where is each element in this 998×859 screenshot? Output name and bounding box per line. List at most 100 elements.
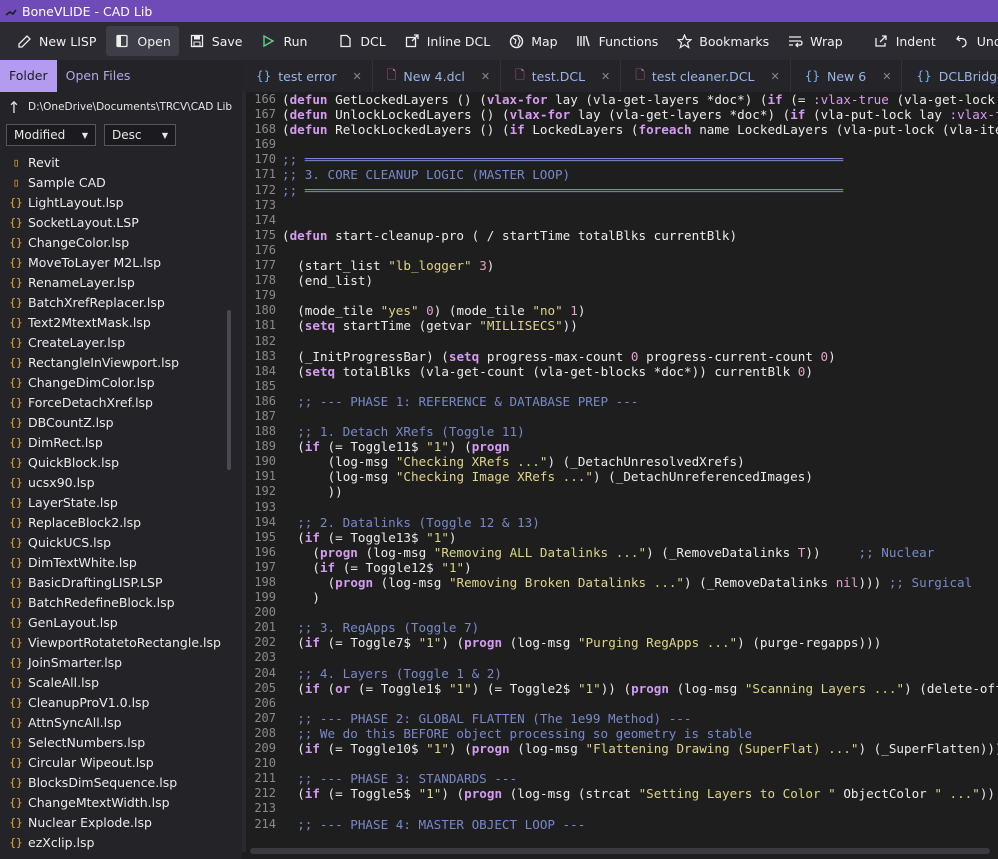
run-button[interactable]: Run	[252, 26, 315, 56]
list-item[interactable]: {} ScaleAll.lsp	[0, 672, 228, 692]
list-item[interactable]: {} ReplaceBlock2.lsp	[0, 512, 228, 532]
list-item[interactable]: {} DimRect.lsp	[0, 432, 228, 452]
sort-order-select[interactable]: Desc ▼	[104, 124, 176, 146]
code-line[interactable]: 198 (progn (log-msg "Removing Broken Dat…	[242, 575, 998, 590]
functions-button[interactable]: Functions	[568, 26, 667, 56]
list-item[interactable]: {} CleanupProV1.0.lsp	[0, 692, 228, 712]
code-line[interactable]: 181 (setq startTime (getvar "MILLISECS")…	[242, 318, 998, 333]
code-line[interactable]: 174	[242, 213, 998, 228]
list-item[interactable]: {} ChangeDimColor.lsp	[0, 372, 228, 392]
list-item[interactable]: {} Nuclear Explode.lsp	[0, 812, 228, 832]
code-line[interactable]: 184 (setq totalBlks (vla-get-count (vla-…	[242, 364, 998, 379]
horizontal-scrollbar[interactable]	[250, 848, 990, 854]
code-line[interactable]: 208 ;; We do this BEFORE object processi…	[242, 726, 998, 741]
inline-dcl-button[interactable]: Inline DCL	[396, 26, 498, 56]
code-line[interactable]: 190 (log-msg "Checking XRefs ...") (_Det…	[242, 454, 998, 469]
close-icon[interactable]: ✕	[770, 70, 779, 83]
tab-folder[interactable]: Folder	[0, 60, 57, 92]
map-button[interactable]: Map	[500, 26, 565, 56]
editor-tab[interactable]: 🗋 test.DCL ✕	[501, 60, 622, 92]
arrow-up-icon[interactable]: ↑	[0, 98, 28, 117]
list-item[interactable]: {} JoinSmarter.lsp	[0, 652, 228, 672]
code-line[interactable]: 196 (progn (log-msg "Removing ALL Datali…	[242, 545, 998, 560]
code-line[interactable]: 201 ;; 3. RegApps (Toggle 7)	[242, 620, 998, 635]
code-line[interactable]: 177 (start_list "lb_logger" 3)	[242, 258, 998, 273]
code-line[interactable]: 166 (defun GetLockedLayers () (vlax-for l…	[242, 92, 998, 107]
code-line[interactable]: 209 (if (= Toggle10$ "1") (progn (log-ms…	[242, 741, 998, 756]
code-line[interactable]: 169	[242, 137, 998, 152]
code-line[interactable]: 197 (if (= Toggle12$ "1")	[242, 560, 998, 575]
code-line[interactable]: 193	[242, 500, 998, 515]
list-item[interactable]: {} BatchXrefReplacer.lsp	[0, 292, 228, 312]
code-line[interactable]: 171 ;; 3. CORE CLEANUP LOGIC (MASTER LOOP…	[242, 167, 998, 182]
new-lisp-button[interactable]: New LISP	[8, 26, 104, 56]
sidebar-scrollbar[interactable]	[227, 310, 231, 470]
code-line[interactable]: 194 ;; 2. Datalinks (Toggle 12 & 13)	[242, 515, 998, 530]
list-item[interactable]: {} DBCountZ.lsp	[0, 412, 228, 432]
list-item[interactable]: {} LightLayout.lsp	[0, 192, 228, 212]
tab-open-files[interactable]: Open Files	[57, 60, 140, 92]
code-line[interactable]: 176	[242, 243, 998, 258]
code-line[interactable]: 211 ;; --- PHASE 3: STANDARDS ---	[242, 771, 998, 786]
code-line[interactable]: 180 (mode_tile "yes" 0) (mode_tile "no" …	[242, 303, 998, 318]
code-line[interactable]: 203	[242, 650, 998, 665]
code-line[interactable]: 175 (defun start-cleanup-pro ( / startTim…	[242, 228, 998, 243]
editor-tab[interactable]: 🗋 New 4.dcl ✕	[373, 60, 502, 92]
dcl-button[interactable]: DCL	[329, 26, 393, 56]
code-line[interactable]: 168 (defun RelockLockedLayers () (if Lock…	[242, 122, 998, 137]
list-item[interactable]: ▯ Revit	[0, 152, 228, 172]
list-item[interactable]: {} Text2MtextMask.lsp	[0, 312, 228, 332]
code-line[interactable]: 188 ;; 1. Detach XRefs (Toggle 11)	[242, 424, 998, 439]
code-line[interactable]: 195 (if (= Toggle13$ "1")	[242, 530, 998, 545]
code-line[interactable]: 205 (if (or (= Toggle1$ "1") (= Toggle2$…	[242, 681, 998, 696]
code-line[interactable]: 191 (log-msg "Checking Image XRefs ...")…	[242, 469, 998, 484]
open-button[interactable]: Open	[106, 26, 179, 56]
list-item[interactable]: {} ChangeMtextWidth.lsp	[0, 792, 228, 812]
bookmarks-button[interactable]: Bookmarks	[668, 26, 777, 56]
list-item[interactable]: {} SelectNumbers.lsp	[0, 732, 228, 752]
code-line[interactable]: 192 ))	[242, 484, 998, 499]
code-line[interactable]: 170 ;; ══════════════════════════════════…	[242, 152, 998, 167]
list-item[interactable]: {} RenameLayer.lsp	[0, 272, 228, 292]
list-item[interactable]: {} BlocksDimSequence.lsp	[0, 772, 228, 792]
code-line[interactable]: 185	[242, 379, 998, 394]
editor-tab[interactable]: {} test error ✕	[242, 60, 373, 92]
list-item[interactable]: {} LayerState.lsp	[0, 492, 228, 512]
code-line[interactable]: 167 (defun UnlockLockedLayers () (vlax-fo…	[242, 107, 998, 122]
list-item[interactable]: {} ViewportRotatetoRectangle.lsp	[0, 632, 228, 652]
close-icon[interactable]: ✕	[601, 70, 610, 83]
code-area[interactable]: 166 (defun GetLockedLayers () (vlax-for l…	[242, 92, 998, 838]
wrap-button[interactable]: Wrap	[779, 26, 851, 56]
code-line[interactable]: 210	[242, 756, 998, 771]
list-item[interactable]: {} GenLayout.lsp	[0, 612, 228, 632]
code-line[interactable]: 202 (if (= Toggle7$ "1") (progn (log-msg…	[242, 635, 998, 650]
list-item[interactable]: {} MoveToLayer M2L.lsp	[0, 252, 228, 272]
code-line[interactable]: 214 ;; --- PHASE 4: MASTER OBJECT LOOP -…	[242, 817, 998, 832]
code-line[interactable]: 172 ;; ══════════════════════════════════…	[242, 183, 998, 198]
code-line[interactable]: 182	[242, 334, 998, 349]
list-item[interactable]: {} BasicDraftingLISP.LSP	[0, 572, 228, 592]
list-item[interactable]: {} DimTextWhite.lsp	[0, 552, 228, 572]
save-button[interactable]: Save	[181, 26, 251, 56]
list-item[interactable]: {} QuickBlock.lsp	[0, 452, 228, 472]
list-item[interactable]: {} ucsx90.lsp	[0, 472, 228, 492]
sort-by-select[interactable]: Modified ▼	[6, 124, 96, 146]
code-line[interactable]: 179	[242, 288, 998, 303]
list-item[interactable]: {} RectangleInViewport.lsp	[0, 352, 228, 372]
code-line[interactable]: 206	[242, 696, 998, 711]
code-line[interactable]: 204 ;; 4. Layers (Toggle 1 & 2)	[242, 666, 998, 681]
list-item[interactable]: {} AttnSyncAll.lsp	[0, 712, 228, 732]
code-line[interactable]: 187	[242, 409, 998, 424]
code-line[interactable]: 183 (_InitProgressBar) (setq progress-ma…	[242, 349, 998, 364]
list-item[interactable]: {} SocketLayout.LSP	[0, 212, 228, 232]
editor-tab[interactable]: {}DCLBridge.lsp✕	[902, 60, 998, 92]
list-item[interactable]: {} QuickUCS.lsp	[0, 532, 228, 552]
editor-tab[interactable]: 🗋 test cleaner.DCL ✕	[621, 60, 791, 92]
editor-tab[interactable]: {} New 6 ✕	[791, 60, 903, 92]
code-line[interactable]: 186 ;; --- PHASE 1: REFERENCE & DATABASE…	[242, 394, 998, 409]
code-line[interactable]: 173	[242, 198, 998, 213]
code-line[interactable]: 178 (end_list)	[242, 273, 998, 288]
indent-button[interactable]: Indent	[865, 26, 944, 56]
code-line[interactable]: 213	[242, 801, 998, 816]
list-item[interactable]: ▯ Sample CAD	[0, 172, 228, 192]
